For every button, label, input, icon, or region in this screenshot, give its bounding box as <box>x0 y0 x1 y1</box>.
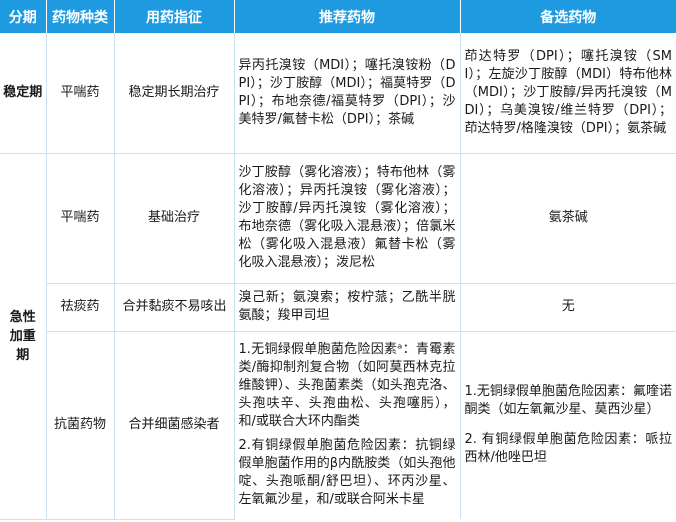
drug-table: 分期 药物种类 用药指征 推荐药物 备选药物 稳定期 平喘药 稳定期长期治疗 异… <box>0 0 676 520</box>
recommended-cell: 沙丁胺醇（雾化溶液）；特布他林（雾化溶液）；异丙托溴铵（雾化溶液）；沙丁胺醇/异… <box>234 153 461 284</box>
alternative-cell: 1.无铜绿假单胞菌危险因素：氟喹诺酮类（如左氧氟沙星、莫西沙星） 2. 有铜绿假… <box>460 331 676 519</box>
header-recommended: 推荐药物 <box>234 0 461 33</box>
drug-class-cell: 抗菌药物 <box>46 331 115 520</box>
recommended-cell: 溴己新；氨溴索；桉柠蒎；乙酰半胱氨酸；羧甲司坦 <box>234 283 461 332</box>
alternative-no-pseudomonas: 1.无铜绿假单胞菌危险因素：氟喹诺酮类（如左氧氟沙星、莫西沙星） <box>464 384 673 418</box>
indication-cell: 稳定期长期治疗 <box>114 33 235 154</box>
drug-class-cell: 祛痰药 <box>46 283 115 332</box>
phase-stable: 稳定期 <box>0 33 47 154</box>
alternative-cell: 无 <box>460 283 676 332</box>
indication-cell: 合并黏痰不易咳出 <box>114 283 235 332</box>
table-row-acute-antibiotic: 抗菌药物 合并细菌感染者 1.无铜绿假单胞菌危险因素ᵃ：青霉素类/酶抑制剂复合物… <box>0 331 676 520</box>
recommended-cell: 异丙托溴铵（MDI）；噻托溴铵粉（DPI）；沙丁胺醇（MDI）；福莫特罗（DPI… <box>234 33 461 154</box>
alternative-cell: 茚达特罗（DPI）；噻托溴铵（SMI）；左旋沙丁胺醇（MDI）特布他林（MDI）… <box>460 33 676 154</box>
phase-acute-label: 急性加重期 <box>9 309 36 363</box>
indication-cell: 基础治疗 <box>114 153 235 284</box>
table-row-stable: 稳定期 平喘药 稳定期长期治疗 异丙托溴铵（MDI）；噻托溴铵粉（DPI）；沙丁… <box>0 33 676 154</box>
phase-acute: 急性加重期 <box>0 153 47 520</box>
table-row-acute-expectorant: 祛痰药 合并黏痰不易咳出 溴己新；氨溴索；桉柠蒎；乙酰半胱氨酸；羧甲司坦 无 <box>0 283 676 332</box>
recommended-no-pseudomonas: 1.无铜绿假单胞菌危险因素ᵃ：青霉素类/酶抑制剂复合物（如阿莫西林克拉维酸钾）、… <box>238 342 456 430</box>
drug-class-cell: 平喘药 <box>46 153 115 284</box>
alternative-pseudomonas: 2. 有铜绿假单胞菌危险因素：哌拉西林/他唑巴坦 <box>464 432 673 466</box>
drug-class-cell: 平喘药 <box>46 33 115 154</box>
indication-cell: 合并细菌感染者 <box>114 331 235 520</box>
header-row: 分期 药物种类 用药指征 推荐药物 备选药物 <box>0 0 676 33</box>
alternative-cell: 氨茶碱 <box>460 153 676 284</box>
header-drug-class: 药物种类 <box>46 0 115 33</box>
recommended-cell: 1.无铜绿假单胞菌危险因素ᵃ：青霉素类/酶抑制剂复合物（如阿莫西林克拉维酸钾）、… <box>234 331 461 519</box>
header-indication: 用药指征 <box>114 0 235 33</box>
header-phase: 分期 <box>0 0 47 33</box>
recommended-pseudomonas: 2.有铜绿假单胞菌危险因素：抗铜绿假单胞菌作用的β内酰胺类（如头孢他啶、头孢哌酮… <box>238 438 456 508</box>
header-alternative: 备选药物 <box>460 0 676 33</box>
table-row-acute-bronchodilator: 急性加重期 平喘药 基础治疗 沙丁胺醇（雾化溶液）；特布他林（雾化溶液）；异丙托… <box>0 153 676 520</box>
